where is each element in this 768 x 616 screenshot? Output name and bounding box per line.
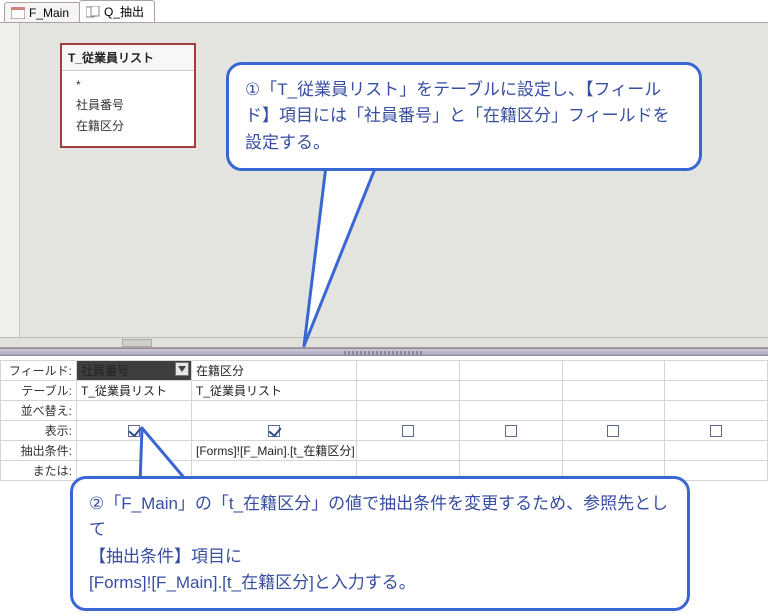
tab-q-extract[interactable]: Q_抽出 xyxy=(79,0,155,22)
query-icon xyxy=(86,6,100,18)
field-cell-blank[interactable] xyxy=(459,361,562,381)
tab-label: Q_抽出 xyxy=(104,3,144,20)
checkbox-icon[interactable] xyxy=(268,425,280,437)
callout-1-pointer xyxy=(296,166,406,366)
row-label-sort: 並べ替え: xyxy=(1,401,77,421)
form-icon xyxy=(11,7,25,19)
callout-2: ②「F_Main」の「t_在籍区分」の値で抽出条件を変更するため、参照先として … xyxy=(70,476,690,611)
table-field[interactable]: * xyxy=(76,75,186,95)
callout-1: ①「T_従業員リスト」をテーブルに設定し、【フィールド】項目には「社員番号」と「… xyxy=(226,62,702,171)
sort-cell-0[interactable] xyxy=(77,401,192,421)
table-field[interactable]: 社員番号 xyxy=(76,95,186,115)
tab-label: F_Main xyxy=(29,6,69,20)
row-label-field: フィールド: xyxy=(1,361,77,381)
show-cell-1[interactable] xyxy=(192,421,357,441)
table-title: T_従業員リスト xyxy=(62,45,194,71)
checkbox-icon[interactable] xyxy=(710,425,722,437)
row-label-table: テーブル: xyxy=(1,381,77,401)
sort-cell-1[interactable] xyxy=(192,401,357,421)
checkbox-icon[interactable] xyxy=(402,425,414,437)
left-gutter xyxy=(0,23,20,337)
table-field-list[interactable]: * 社員番号 在籍区分 xyxy=(62,71,194,146)
row-label-criteria: 抽出条件: xyxy=(1,441,77,461)
checkbox-icon[interactable] xyxy=(505,425,517,437)
tab-f-main[interactable]: F_Main xyxy=(4,2,80,22)
dropdown-icon[interactable] xyxy=(175,362,189,376)
callout-text: ②「F_Main」の「t_在籍区分」の値で抽出条件を変更するため、参照先として … xyxy=(89,494,668,592)
table-field[interactable]: 在籍区分 xyxy=(76,116,186,136)
scroll-thumb[interactable] xyxy=(122,339,152,347)
checkbox-icon[interactable] xyxy=(607,425,619,437)
table-cell-1[interactable]: T_従業員リスト xyxy=(192,381,357,401)
table-cell-0[interactable]: T_従業員リスト xyxy=(77,381,192,401)
field-cell-0[interactable]: 社員番号 xyxy=(77,361,192,381)
row-label-show: 表示: xyxy=(1,421,77,441)
query-design-grid: フィールド: 社員番号 在籍区分 テーブル: T_従業員リスト T_従業員リスト… xyxy=(0,356,768,481)
field-cell-blank[interactable] xyxy=(562,361,665,381)
field-cell-blank[interactable] xyxy=(665,361,768,381)
row-label-or: または: xyxy=(1,461,77,481)
callout-text: ①「T_従業員リスト」をテーブルに設定し、【フィールド】項目には「社員番号」と「… xyxy=(245,80,670,152)
criteria-cell-1[interactable]: [Forms]![F_Main].[t_在籍区分] xyxy=(192,441,357,461)
table-source-box[interactable]: T_従業員リスト * 社員番号 在籍区分 xyxy=(60,43,196,148)
object-tabs: F_Main Q_抽出 xyxy=(0,0,768,22)
